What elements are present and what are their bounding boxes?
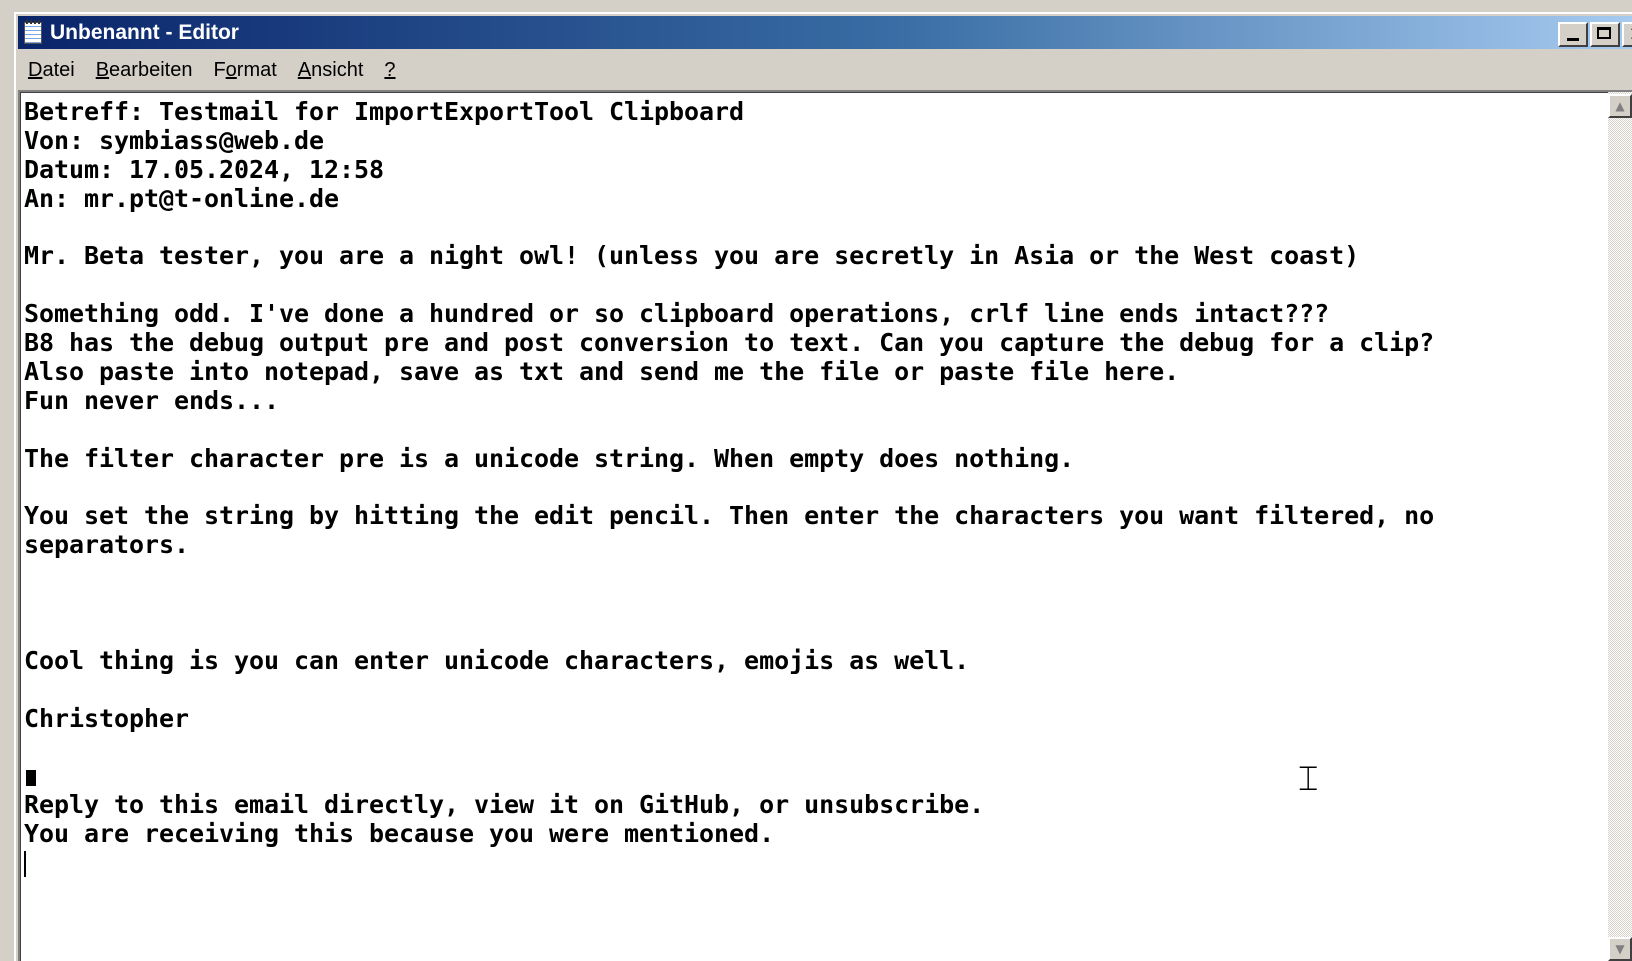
text-line bbox=[24, 762, 1434, 791]
text-line: B8 has the debug output pre and post con… bbox=[24, 328, 1435, 358]
text-line bbox=[24, 416, 1434, 445]
vertical-scrollbar[interactable]: ▲ ▼ bbox=[1608, 92, 1632, 961]
text-line: Mr. Beta tester, you are a night owl! (u… bbox=[24, 241, 1360, 271]
text-line bbox=[24, 734, 1434, 763]
notepad-icon[interactable] bbox=[20, 19, 46, 46]
minimize-button[interactable] bbox=[1558, 22, 1588, 47]
text-caret bbox=[24, 851, 26, 878]
text-line: The filter character pre is a unicode st… bbox=[24, 443, 1075, 473]
menu-bearbeiten[interactable]: Bearbeiten bbox=[86, 59, 204, 82]
scroll-down-button[interactable]: ▼ bbox=[1608, 937, 1632, 961]
mouse-ibeam-cursor-icon: ⌶ bbox=[1298, 759, 1319, 799]
text-line bbox=[24, 214, 1434, 243]
text-line: Datum: 17.05.2024, 12:58 bbox=[24, 154, 385, 184]
text-line: Fun never ends... bbox=[24, 385, 280, 415]
text-line bbox=[24, 676, 1434, 705]
text-line: separators. bbox=[24, 530, 190, 560]
text-line bbox=[24, 560, 1434, 589]
unprintable-char-glyph bbox=[26, 770, 36, 787]
scroll-up-button[interactable]: ▲ bbox=[1608, 94, 1632, 118]
document-text[interactable]: Betreff: Testmail for ImportExportTool C… bbox=[24, 97, 1435, 878]
menu-help[interactable]: ? bbox=[374, 59, 406, 82]
text-line: An: mr.pt@t-online.de bbox=[24, 183, 340, 213]
maximize-button[interactable] bbox=[1590, 22, 1620, 47]
menu-datei[interactable]: Datei bbox=[18, 59, 86, 82]
text-editor-area[interactable]: Betreff: Testmail for ImportExportTool C… bbox=[18, 90, 1632, 961]
close-button[interactable]: ✕ bbox=[1622, 22, 1632, 47]
text-line: You are receiving this because you were … bbox=[24, 819, 775, 849]
text-line: Christopher bbox=[24, 703, 190, 733]
title-bar[interactable]: Unbenannt - Editor ✕ bbox=[18, 16, 1632, 49]
text-line bbox=[24, 589, 1434, 618]
menu-ansicht[interactable]: Ansicht bbox=[288, 59, 375, 82]
text-line bbox=[24, 849, 1434, 878]
text-line: Cool thing is you can enter unicode char… bbox=[24, 645, 970, 675]
text-line: Reply to this email directly, view it on… bbox=[24, 790, 985, 820]
menu-bar: Datei Bearbeiten Format Ansicht ? bbox=[18, 52, 1632, 88]
text-line bbox=[24, 618, 1434, 647]
text-line bbox=[24, 474, 1434, 503]
text-line: Also paste into notepad, save as txt and… bbox=[24, 357, 1180, 387]
text-line: Von: symbiass@web.de bbox=[24, 125, 325, 155]
window-controls: ✕ bbox=[1558, 22, 1632, 47]
text-line bbox=[24, 271, 1434, 300]
editor-window: Unbenannt - Editor ✕ Datei Bearbeiten Fo… bbox=[14, 12, 1632, 961]
text-line: You set the string by hitting the edit p… bbox=[24, 501, 1435, 531]
window-title: Unbenannt - Editor bbox=[50, 20, 239, 44]
text-line: Betreff: Testmail for ImportExportTool C… bbox=[24, 97, 745, 126]
text-line: Something odd. I've done a hundred or so… bbox=[24, 299, 1330, 329]
menu-format[interactable]: Format bbox=[203, 59, 287, 82]
